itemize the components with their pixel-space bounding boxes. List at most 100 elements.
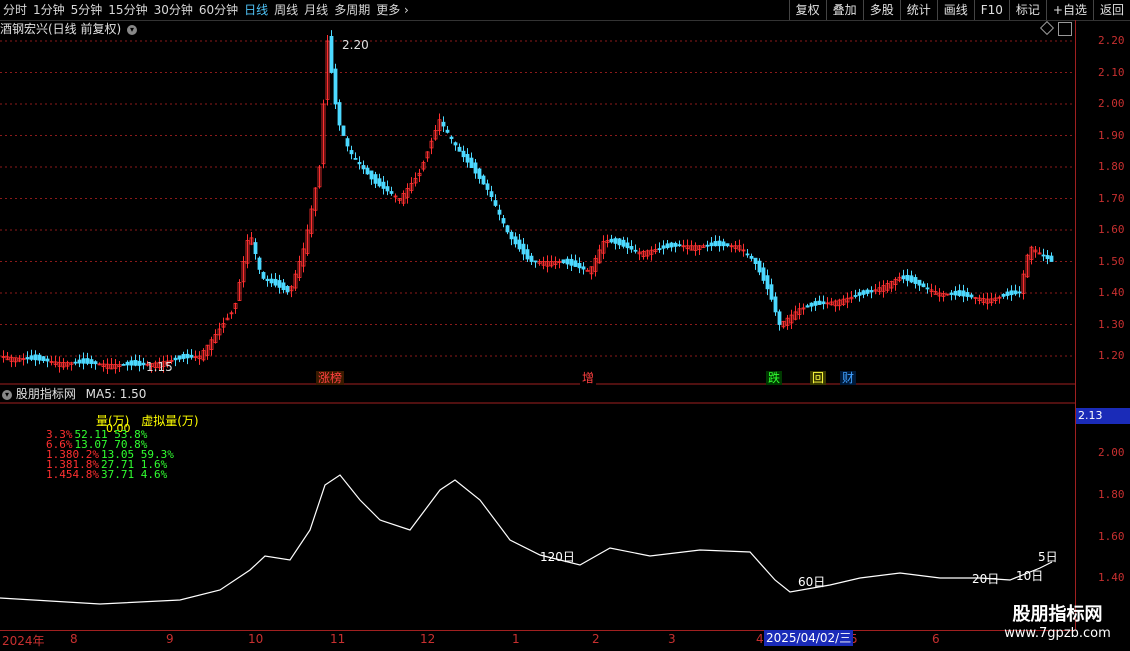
candle-body (357, 162, 362, 165)
date-label: 2024年 (2, 634, 45, 648)
candle-body (381, 181, 386, 189)
toolbar-button-7[interactable]: +自选 (1045, 0, 1093, 20)
candle-body (269, 278, 274, 284)
current-value-badge: 2.13 (1076, 408, 1130, 424)
kline-chart[interactable] (0, 20, 1075, 630)
legend-virtual-volume: 虚拟量(万) (141, 414, 199, 428)
candle-body (333, 68, 338, 105)
timeframe-0[interactable]: 分时 (0, 0, 30, 20)
more-periods-button[interactable]: 更多 › (373, 0, 412, 20)
candle-body (273, 278, 278, 286)
ma5-label: 5日 (1038, 550, 1058, 564)
candle-body (517, 239, 522, 250)
price-tick: 2.20 (1098, 34, 1125, 47)
candle-body (721, 241, 726, 247)
candle-body (261, 272, 266, 279)
candle-body (1001, 293, 1006, 297)
candle-body (85, 358, 90, 364)
date-label: 3 (668, 632, 676, 646)
candle-body (25, 357, 30, 360)
candle-body (869, 290, 874, 293)
candle-body (617, 238, 622, 246)
candle-body (497, 209, 502, 215)
timeframe-8[interactable]: 月线 (301, 0, 331, 20)
candle-body (385, 186, 390, 192)
timeframe-1[interactable]: 1分钟 (30, 0, 68, 20)
candle-body (473, 162, 478, 174)
candle-body (281, 282, 286, 291)
timeframe-4[interactable]: 30分钟 (151, 0, 196, 20)
right-button-group: 复权 叠加 多股 统计 画线 F10 标记 +自选 返回 (788, 0, 1130, 20)
toolbar-button-6[interactable]: 标记 (1008, 0, 1046, 20)
candle-body (377, 178, 382, 187)
price-tick: 1.50 (1098, 254, 1125, 268)
timeframe-7[interactable]: 周线 (271, 0, 301, 20)
indicator-tick: 2.00 (1098, 446, 1125, 459)
candle-body (489, 191, 494, 198)
toolbar-button-1[interactable]: 叠加 (825, 0, 863, 20)
candle-body (1005, 291, 1010, 296)
candle-body (461, 150, 466, 158)
candle-body (389, 191, 394, 194)
candle-body (573, 260, 578, 267)
candle-body (657, 248, 662, 251)
candle-body (73, 361, 78, 364)
date-label: 10 (248, 632, 264, 646)
candle-body (765, 275, 770, 290)
event-marker[interactable]: 涨榜 (316, 371, 345, 385)
candle-body (1017, 291, 1022, 294)
candle-body (565, 258, 570, 265)
toolbar-button-4[interactable]: 画线 (936, 0, 974, 20)
candle-body (505, 225, 510, 233)
candle-body (129, 360, 134, 366)
candle-body (613, 238, 618, 244)
price-tick: 1.30 (1098, 317, 1125, 331)
candle-body (577, 263, 582, 269)
candle-body (29, 355, 34, 360)
candle-body (661, 245, 666, 249)
watermark-url: www.7gpzb.com (1004, 626, 1111, 641)
indicator-header: ▾ 股朋指标网 MA5: 1.50 (0, 386, 146, 402)
event-marker[interactable]: 增 (580, 371, 597, 385)
timeframe-5[interactable]: 60分钟 (196, 0, 241, 20)
event-marker[interactable]: 回 (810, 371, 827, 385)
candle-body (809, 302, 814, 307)
toolbar-button-2[interactable]: 多股 (862, 0, 900, 20)
candle-body (965, 292, 970, 297)
candle-body (477, 168, 482, 179)
candle-body (821, 301, 826, 305)
candle-body (285, 286, 290, 293)
candle-body (453, 142, 458, 146)
toolbar-button-8[interactable]: 返回 (1092, 0, 1130, 20)
indicator-stats: 3.3% 52.11 53.8% 6.6% 13.07 70.8% 1.380.2% 13… (46, 429, 174, 480)
candle-body (493, 200, 498, 206)
ma20-label: 20日 (972, 572, 1000, 586)
indicator-name: 股朋指标网 (15, 387, 76, 401)
candle-body (753, 257, 758, 264)
indicator-tick: 1.40 (1098, 571, 1125, 584)
candle-body (465, 153, 470, 163)
toolbar-button-0[interactable]: 复权 (788, 0, 826, 20)
candle-body (969, 294, 974, 298)
candle-body (705, 244, 710, 247)
price-tick: 1.40 (1098, 286, 1125, 299)
indicator-tick: 1.80 (1098, 488, 1125, 501)
candle-body (525, 249, 530, 260)
candle-body (89, 359, 94, 364)
timeframe-2[interactable]: 5分钟 (68, 0, 106, 20)
event-marker[interactable]: 跌 (766, 371, 783, 385)
timeframe-9[interactable]: 多周期 (331, 0, 373, 20)
timeframe-6[interactable]: 日线 (241, 0, 271, 20)
candle-body (953, 290, 958, 296)
candle-body (713, 241, 718, 247)
timeframe-3[interactable]: 15分钟 (105, 0, 150, 20)
toolbar-button-3[interactable]: 统计 (899, 0, 937, 20)
candle-body (449, 136, 454, 140)
event-marker[interactable]: 财 (840, 371, 857, 385)
candle-body (625, 242, 630, 249)
toolbar-button-5[interactable]: F10 (973, 0, 1009, 20)
candle-body (177, 355, 182, 360)
candle-body (365, 167, 370, 175)
date-label: 2 (592, 632, 600, 646)
indicator-expand-icon[interactable]: ▾ (2, 389, 12, 400)
